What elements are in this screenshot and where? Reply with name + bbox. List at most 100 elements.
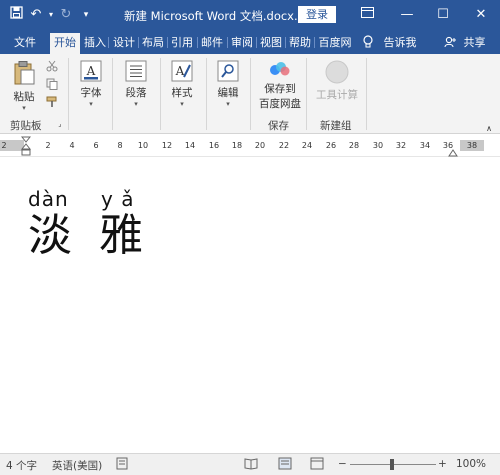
dialog-launcher-icon[interactable]: ⌟	[56, 120, 64, 128]
paragraph-icon	[120, 60, 152, 85]
share-label: 共享	[463, 36, 486, 49]
ruler-mark: 18	[231, 141, 243, 150]
clipboard-group-label: 剪贴板	[10, 120, 42, 132]
group-separator	[306, 58, 307, 130]
ruler-mark: 10	[137, 141, 149, 150]
tell-me-box[interactable]: 告诉我	[362, 33, 417, 54]
document-page[interactable]: dàn y ǎ 淡 雅	[0, 157, 500, 453]
ruler-mark: 22	[278, 141, 290, 150]
group-separator	[250, 58, 251, 130]
svg-text:A: A	[175, 64, 185, 78]
paste-button[interactable]: 粘贴 ▾	[8, 60, 40, 112]
ribbon: 粘贴 ▾ 剪贴板 ⌟ A 字体 ▾ 段落 ▾ A 样式 ▾ 编辑 ▾ 保存到 百…	[0, 54, 500, 134]
save-to-line2: 百度网盘	[259, 98, 301, 110]
tab-review[interactable]: 审阅	[229, 33, 255, 54]
status-bar: 4 个字 英语(美国) − + 100%	[0, 453, 500, 475]
ruler-mark: 24	[301, 141, 313, 150]
customize-icon[interactable]: ▾	[76, 6, 96, 24]
ruler-mark: 30	[372, 141, 384, 150]
editing-label: 编辑	[217, 87, 239, 99]
accessibility-icon[interactable]	[116, 457, 128, 473]
login-button[interactable]: 登录	[298, 6, 336, 23]
ruler-mark: 28	[348, 141, 360, 150]
tab-separator	[314, 37, 315, 48]
styles-button[interactable]: A 样式 ▾	[166, 60, 198, 108]
tab-layout[interactable]: 布局	[140, 33, 166, 54]
share-button[interactable]: 共享	[444, 33, 486, 54]
ruler-mark: 2	[1, 141, 7, 150]
read-mode-icon[interactable]	[244, 457, 258, 473]
tool-calc-button[interactable]: 工具计算	[312, 60, 362, 102]
ruler-mark: 32	[395, 141, 407, 150]
redo-icon[interactable]: ↻	[56, 6, 76, 24]
save-to-line1: 保存到	[264, 83, 296, 95]
group-separator	[112, 58, 113, 130]
ribbon-display-icon[interactable]	[348, 0, 386, 30]
quick-access-toolbar: ↶ ▾ ↻ ▾	[6, 6, 96, 24]
zoom-out-button[interactable]: −	[338, 458, 347, 470]
ruler-mark: 20	[254, 141, 266, 150]
tab-design[interactable]: 设计	[111, 33, 137, 54]
chevron-down-icon: ▾	[226, 100, 230, 108]
tab-separator	[138, 37, 139, 48]
person-icon	[444, 36, 460, 49]
format-painter-icon[interactable]	[44, 96, 60, 111]
collapse-ribbon-icon[interactable]: ∧	[484, 124, 494, 133]
save-to-baidu-button[interactable]: 保存到 百度网盘	[254, 60, 306, 111]
undo-dropdown-icon[interactable]: ▾	[46, 6, 56, 24]
print-layout-icon[interactable]	[278, 457, 292, 473]
font-button[interactable]: A 字体 ▾	[76, 60, 106, 108]
tab-help[interactable]: 帮助	[287, 33, 313, 54]
tab-insert[interactable]: 插入	[82, 33, 108, 54]
tab-separator	[108, 37, 109, 48]
tab-mailings[interactable]: 邮件	[199, 33, 225, 54]
svg-text:A: A	[86, 64, 96, 78]
char-dan: 淡	[28, 210, 72, 261]
save-group-label: 保存	[268, 120, 289, 132]
tab-file[interactable]: 文件	[8, 33, 42, 54]
minimize-button[interactable]: —	[388, 0, 426, 30]
tab-view[interactable]: 视图	[258, 33, 284, 54]
web-layout-icon[interactable]	[310, 457, 324, 473]
tab-references[interactable]: 引用	[169, 33, 195, 54]
chevron-down-icon: ▾	[89, 100, 93, 108]
save-icon[interactable]	[6, 6, 26, 24]
zoom-level[interactable]: 100%	[456, 458, 486, 470]
language-indicator[interactable]: 英语(美国)	[52, 458, 102, 473]
undo-icon[interactable]: ↶	[26, 6, 46, 24]
zoom-slider-thumb[interactable]	[390, 459, 394, 470]
maximize-button[interactable]: ☐	[424, 0, 462, 30]
close-button[interactable]: ✕	[462, 0, 500, 30]
clipboard-icon	[8, 60, 40, 89]
tab-separator	[227, 37, 228, 48]
document-title: 新建 Microsoft Word 文档.docx...	[124, 9, 305, 23]
ruler-mark: 8	[117, 141, 123, 150]
tab-home[interactable]: 开始	[50, 33, 80, 54]
paste-label: 粘贴	[13, 91, 35, 103]
copy-icon[interactable]	[44, 78, 60, 93]
cut-icon[interactable]	[44, 60, 60, 75]
tab-separator	[167, 37, 168, 48]
ruler-mark: 34	[419, 141, 431, 150]
ruler-mark: 2	[45, 141, 51, 150]
tab-baidu[interactable]: 百度网	[316, 33, 354, 54]
baidu-netdisk-icon	[254, 60, 306, 81]
paragraph-button[interactable]: 段落 ▾	[120, 60, 152, 108]
zoom-in-button[interactable]: +	[438, 458, 447, 470]
chevron-down-icon: ▾	[180, 100, 184, 108]
tool-calc-label: 工具计算	[316, 89, 358, 101]
styles-icon: A	[166, 60, 198, 85]
paragraph-label: 段落	[125, 87, 147, 99]
group-separator	[160, 58, 161, 130]
editing-button[interactable]: 编辑 ▾	[212, 60, 244, 108]
word-count[interactable]: 4 个字	[6, 458, 37, 473]
group-separator	[206, 58, 207, 130]
indent-marker-icon[interactable]	[20, 136, 32, 159]
ruler-mark: 26	[325, 141, 337, 150]
tell-me-label: 告诉我	[383, 36, 417, 49]
ruler: 2 2 4 6 8 10 12 14 16 18 20 22 24 26 28 …	[0, 135, 500, 157]
font-icon: A	[76, 60, 106, 85]
font-label: 字体	[80, 87, 102, 99]
ruler-mark: 12	[161, 141, 173, 150]
ruler-mark: 4	[69, 141, 75, 150]
